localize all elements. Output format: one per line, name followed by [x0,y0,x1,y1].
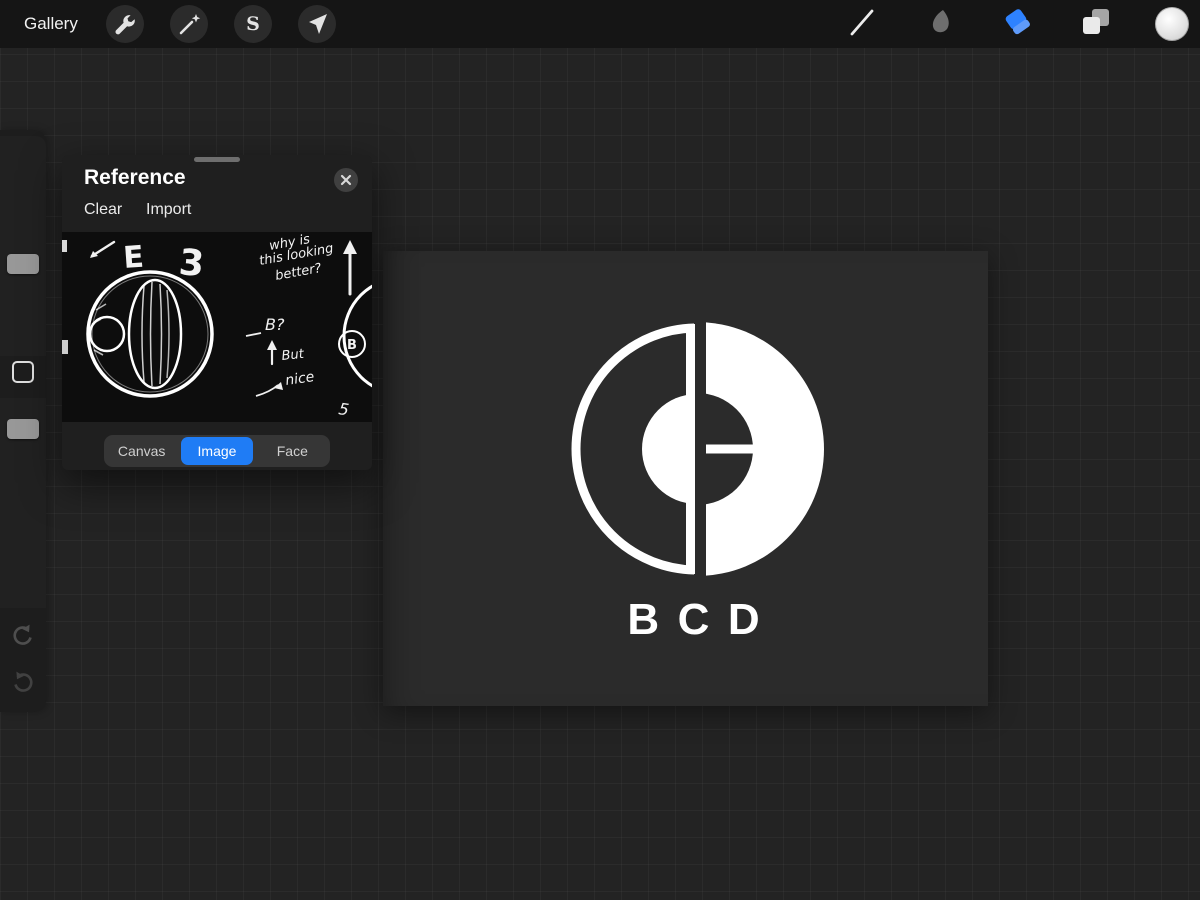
reference-mode-tabs: Canvas Image Face [104,435,330,467]
gallery-button[interactable]: Gallery [24,0,78,48]
selection-button[interactable]: S [234,5,272,43]
paint-tool-button[interactable] [845,7,879,41]
brush-size-handle[interactable] [7,254,39,274]
actions-button[interactable] [106,5,144,43]
bcd-logo [561,313,833,585]
close-button[interactable] [333,167,359,193]
arrow-cursor-icon [303,10,331,38]
color-swatch-button[interactable] [1155,7,1189,41]
import-button[interactable]: Import [146,201,191,219]
logo-wordmark: BCD [627,595,778,645]
panel-drag-handle[interactable] [194,157,240,162]
top-toolbar: Gallery S [0,0,1200,48]
sketch-drawing: E 3 why is this looking better? B? [62,232,372,422]
sketch-b-question: B? [265,315,285,334]
clear-button[interactable]: Clear [84,201,122,219]
undo-button[interactable] [11,623,35,647]
selection-s-icon: S [246,15,260,34]
sketch-b-circle: B [347,338,357,353]
opacity-handle[interactable] [7,419,39,439]
sketch-but: But [281,347,306,364]
smudge-tool-button[interactable] [923,7,957,41]
tab-image[interactable]: Image [181,437,252,465]
undo-arrow-icon [11,634,35,651]
transform-button[interactable] [298,5,336,43]
reference-panel: Reference Clear Import E 3 why is this l… [62,155,372,470]
sketch-e: E [122,240,145,276]
redo-button[interactable] [11,670,35,694]
layers-button[interactable] [1079,7,1113,41]
eraser-icon [1001,5,1035,44]
tab-face[interactable]: Face [257,437,328,465]
sketch-nice: nice [284,369,315,389]
artwork-canvas[interactable]: BCD [383,251,988,706]
brush-size-slider[interactable] [0,136,46,356]
redo-arrow-icon [11,681,35,698]
adjustments-button[interactable] [170,5,208,43]
reference-image[interactable]: E 3 why is this looking better? B? [62,232,372,422]
sketch-five: 5 [337,399,350,419]
close-icon [333,180,359,197]
panel-title: Reference [84,166,186,190]
modify-button[interactable] [12,361,34,383]
wrench-icon [111,10,139,38]
erase-tool-button[interactable] [1001,7,1035,41]
tab-canvas[interactable]: Canvas [106,437,177,465]
brush-sidebar [0,130,46,712]
smudge-finger-icon [923,5,957,44]
layers-icon [1079,5,1113,44]
brush-icon [845,5,879,44]
magic-wand-icon [175,10,203,38]
